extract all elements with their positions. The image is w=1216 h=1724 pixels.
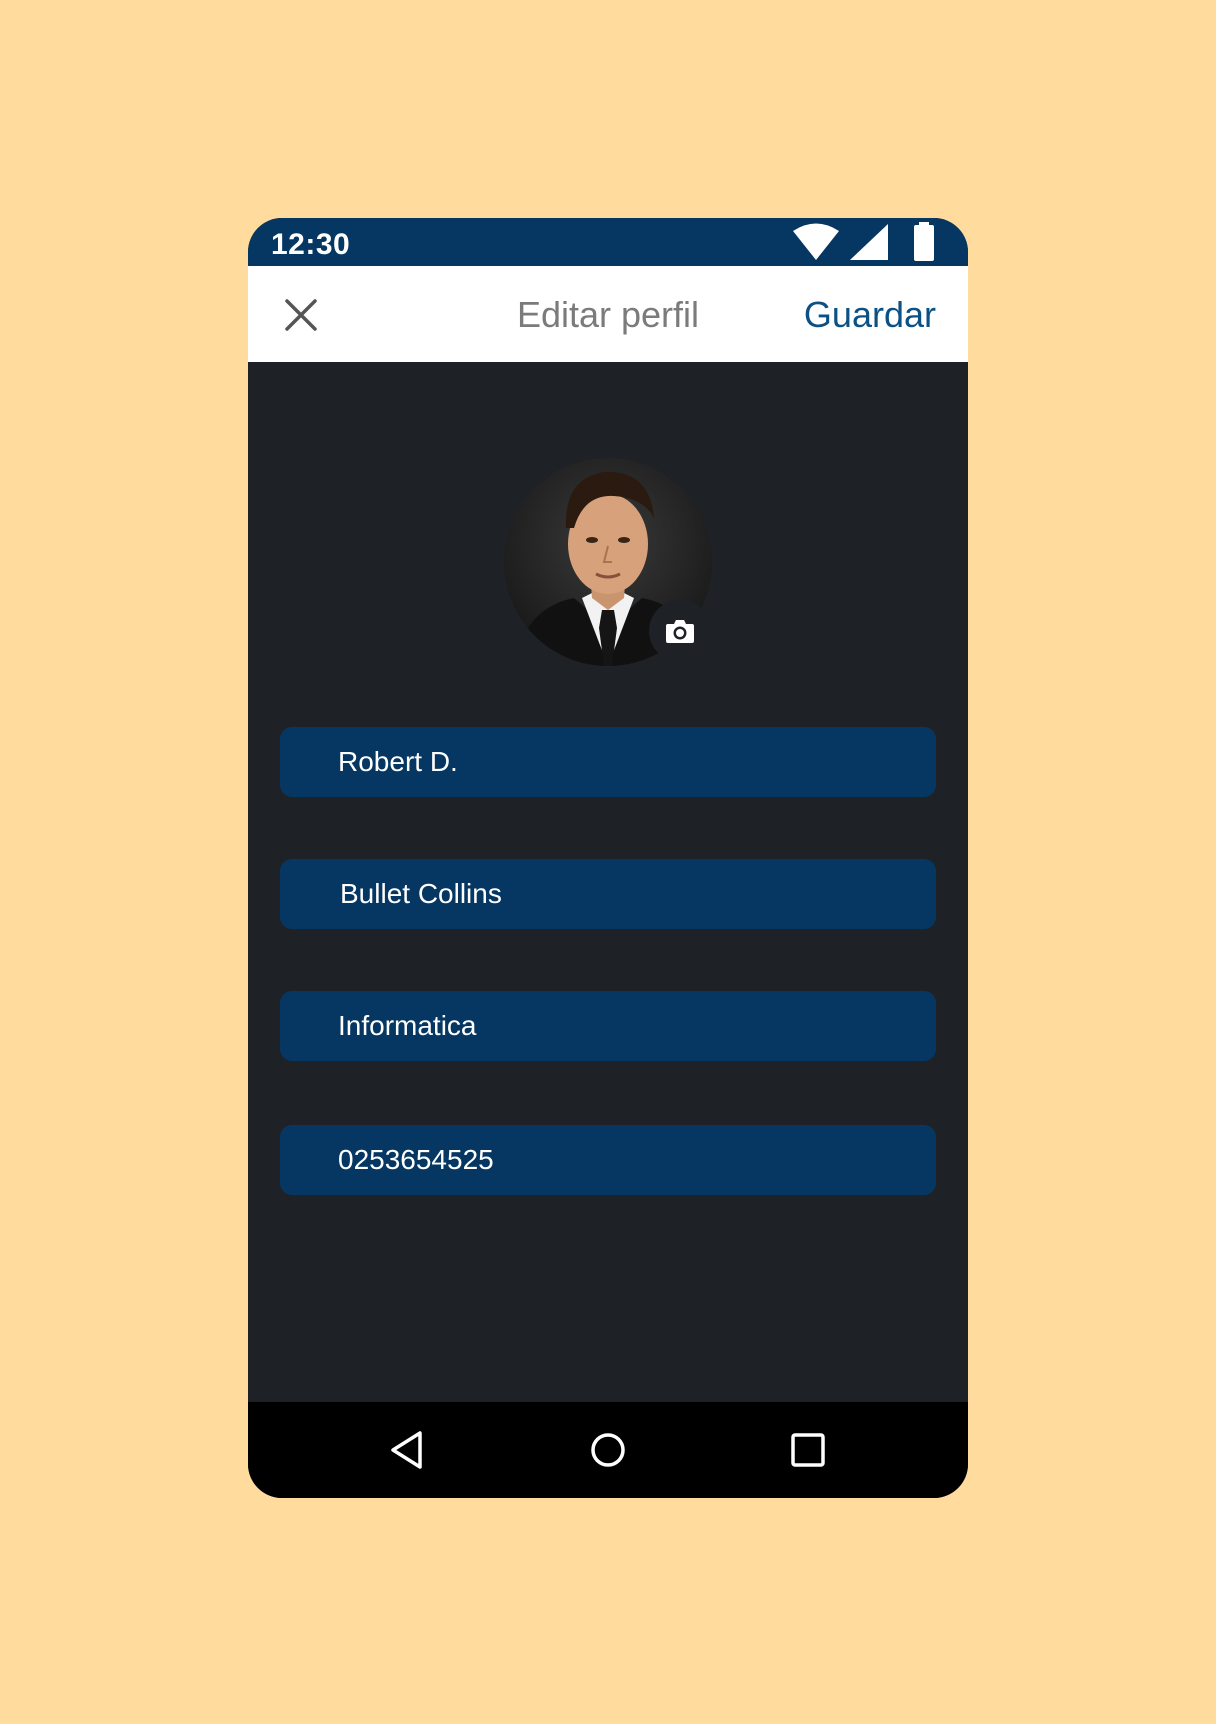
profile-form bbox=[248, 362, 968, 1402]
phone-input[interactable] bbox=[280, 1125, 936, 1195]
recents-icon bbox=[791, 1433, 825, 1467]
app-bar: Editar perfil Guardar bbox=[248, 266, 968, 362]
signal-icon bbox=[850, 224, 888, 260]
first-name-field bbox=[280, 727, 936, 797]
save-button[interactable]: Guardar bbox=[804, 294, 936, 336]
phone-field bbox=[280, 1125, 936, 1195]
back-icon bbox=[391, 1431, 422, 1469]
navigation-bar bbox=[248, 1402, 968, 1498]
wifi-icon bbox=[793, 223, 839, 260]
back-button[interactable] bbox=[384, 1426, 432, 1474]
change-photo-button[interactable] bbox=[649, 600, 711, 662]
status-time: 12:30 bbox=[271, 228, 351, 261]
first-name-input[interactable] bbox=[280, 727, 936, 797]
status-bar: 12:30 bbox=[248, 218, 968, 266]
recents-button[interactable] bbox=[784, 1426, 832, 1474]
last-name-input[interactable] bbox=[280, 859, 936, 929]
department-field bbox=[280, 991, 936, 1061]
department-input[interactable] bbox=[280, 991, 936, 1061]
camera-icon bbox=[666, 620, 694, 643]
home-icon bbox=[591, 1433, 625, 1467]
phone-frame: 12:30 Editar perfil Guardar bbox=[248, 218, 968, 1498]
last-name-field bbox=[280, 859, 936, 929]
battery-icon bbox=[914, 222, 934, 261]
home-button[interactable] bbox=[584, 1426, 632, 1474]
